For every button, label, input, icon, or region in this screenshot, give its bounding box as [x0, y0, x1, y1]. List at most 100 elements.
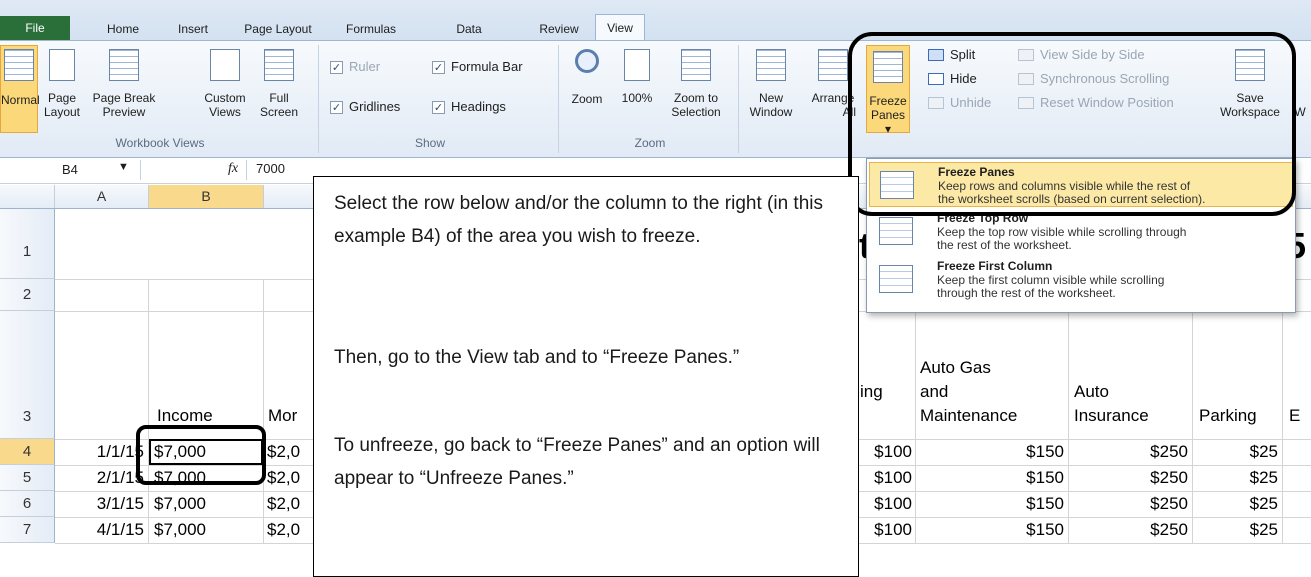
group-separator [738, 45, 739, 153]
callout-paragraph-3: To unfreeze, go back to “Freeze Panes” a… [334, 435, 820, 489]
row-header-2[interactable]: 2 [0, 279, 55, 311]
page-layout-button[interactable]: Page Layout [42, 49, 82, 119]
callout-paragraph-2: Then, go to the View tab and to “Freeze … [334, 347, 740, 368]
normal-view-button[interactable]: Normal [0, 45, 40, 133]
tab-formulas[interactable]: Formulas [334, 18, 408, 40]
page-break-preview-button[interactable]: Page Break Preview [88, 49, 160, 119]
zoom-button[interactable]: Zoom [564, 49, 610, 106]
header-auto-ins-2: Insurance [1074, 406, 1149, 425]
freeze-first-column-icon [879, 265, 913, 293]
zoom-100-icon [624, 49, 650, 81]
cell-mortgage[interactable]: $2,0 [267, 520, 300, 540]
page-layout-icon [49, 49, 75, 81]
header-parking: Parking [1199, 406, 1257, 425]
cell-date[interactable]: 1/1/15 [62, 442, 144, 462]
select-all-corner[interactable] [0, 185, 55, 208]
checkbox-icon: ✓ [330, 61, 343, 75]
gridlines-checkbox[interactable]: ✓ Gridlines [330, 99, 400, 115]
row-header-7[interactable]: 7 [0, 517, 55, 543]
cell-date[interactable]: 2/1/15 [62, 468, 144, 488]
cell-mortgage[interactable]: $2,0 [267, 442, 300, 462]
row-header-3[interactable]: 3 [0, 311, 55, 439]
zoom-100-button[interactable]: 100% [614, 49, 660, 105]
ruler-checkbox[interactable]: ✓ Ruler [330, 59, 380, 75]
cell-value[interactable]: $25 [1193, 494, 1278, 514]
header-ing: ing [860, 382, 883, 401]
header-auto-gas-1: Auto Gas [920, 358, 991, 377]
headings-checkbox[interactable]: ✓ Headings [432, 99, 506, 115]
cell-value[interactable]: $25 [1193, 468, 1278, 488]
cell-value[interactable]: $100 [858, 520, 912, 540]
group-separator [558, 45, 559, 153]
group-label-workbook-views: Workbook Views [115, 136, 205, 150]
row-header-4[interactable]: 4 [0, 439, 55, 465]
arrange-all-icon [818, 49, 848, 81]
cell-mortgage[interactable]: $2,0 [267, 468, 300, 488]
page-break-icon [109, 49, 139, 81]
header-mor: Mor [268, 406, 298, 425]
cell-value[interactable]: $250 [1069, 520, 1188, 540]
cell-mortgage[interactable]: $2,0 [267, 494, 300, 514]
zoom-to-selection-icon [681, 49, 711, 81]
gridline [263, 279, 264, 543]
zoom-to-selection-button[interactable]: Zoom to Selection [664, 49, 728, 119]
callout-paragraph-1: Select the row below and/or the column t… [334, 193, 823, 247]
tab-page-layout[interactable]: Page Layout [238, 18, 318, 40]
formula-input[interactable]: 7000 [256, 161, 285, 176]
column-header-a[interactable]: A [55, 185, 149, 208]
tab-data[interactable]: Data [444, 18, 494, 40]
cell-value[interactable]: $25 [1193, 442, 1278, 462]
divider [246, 160, 247, 180]
cell-value[interactable]: $250 [1069, 468, 1188, 488]
cell-value[interactable]: $150 [916, 520, 1064, 540]
cell-value[interactable]: $150 [916, 494, 1064, 514]
cell-value[interactable]: $150 [916, 468, 1064, 488]
freeze-top-row-icon [879, 217, 913, 245]
cell-value[interactable]: $100 [858, 494, 912, 514]
column-header-c[interactable] [264, 185, 319, 208]
gridline [1282, 279, 1283, 543]
cell-value[interactable]: $25 [1193, 520, 1278, 540]
tab-review[interactable]: Review [530, 18, 588, 40]
cell-income[interactable]: $7,000 [154, 520, 206, 540]
header-income: Income [157, 406, 213, 425]
group-label-zoom: Zoom [634, 136, 666, 150]
new-window-button[interactable]: New Window [746, 49, 796, 119]
checkbox-icon: ✓ [330, 101, 343, 115]
full-screen-button[interactable]: Full Screen [254, 49, 304, 119]
formula-bar-checkbox[interactable]: ✓ Formula Bar [432, 59, 523, 75]
cell-value[interactable]: $250 [1069, 494, 1188, 514]
tab-insert[interactable]: Insert [168, 18, 218, 40]
cell-value[interactable]: $100 [858, 442, 912, 462]
checkbox-icon: ✓ [432, 61, 445, 75]
fx-icon[interactable]: fx [228, 161, 238, 177]
cell-date[interactable]: 3/1/15 [62, 494, 144, 514]
cell-date[interactable]: 4/1/15 [62, 520, 144, 540]
header-auto-gas-3: Maintenance [920, 406, 1018, 425]
magnifier-icon [575, 49, 599, 73]
tab-view[interactable]: View [595, 14, 645, 41]
row-header-1[interactable]: 1 [0, 209, 55, 279]
column-header-b[interactable]: B [149, 185, 264, 208]
highlight-annotation-freeze-panes [848, 32, 1296, 216]
chevron-down-icon: ▼ [118, 161, 129, 173]
new-window-icon [756, 49, 786, 81]
group-label-show: Show [414, 136, 446, 150]
instruction-callout: Select the row below and/or the column t… [313, 176, 859, 577]
group-separator [318, 45, 319, 153]
tab-home[interactable]: Home [98, 18, 148, 40]
header-e: E [1289, 406, 1301, 425]
menu-item-freeze-first-column[interactable]: Freeze First Column Keep the first colum… [869, 257, 1293, 303]
custom-views-icon [210, 49, 240, 81]
cell-value[interactable]: $250 [1069, 442, 1188, 462]
normal-view-icon [4, 49, 34, 81]
custom-views-button[interactable]: Custom Views [200, 49, 250, 119]
checkbox-icon: ✓ [432, 101, 445, 115]
row-header-6[interactable]: 6 [0, 491, 55, 517]
cell-value[interactable]: $150 [916, 442, 1064, 462]
cell-value[interactable]: $100 [858, 468, 912, 488]
row-header-5[interactable]: 5 [0, 465, 55, 491]
cell-income[interactable]: $7,000 [154, 494, 206, 514]
name-box[interactable]: B4 ▼ [0, 160, 141, 180]
tab-file[interactable]: File [0, 16, 70, 40]
